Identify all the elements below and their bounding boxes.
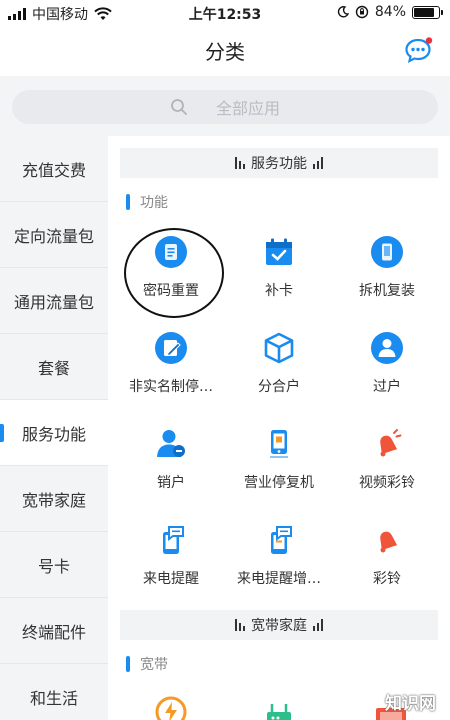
- header: 分类: [0, 26, 450, 74]
- group-marker: [126, 656, 130, 672]
- bars-left-icon: [235, 619, 245, 631]
- bars-right-icon: [313, 619, 323, 631]
- service-label: 密码重置: [143, 283, 199, 299]
- service-label: 过户: [373, 379, 401, 395]
- service-video-ringtone[interactable]: 视频彩铃: [330, 426, 444, 506]
- sidebar-item-label: 终端配件: [21, 622, 86, 642]
- sidebar-item-services[interactable]: 服务功能: [0, 400, 108, 466]
- sidebar-item-targeted-data[interactable]: 定向流量包: [0, 202, 108, 268]
- service-label: 分合户: [258, 379, 300, 395]
- service-call-reminder[interactable]: 来电提醒: [114, 522, 228, 602]
- edit-icon: [153, 330, 189, 366]
- search-input[interactable]: 全部应用: [12, 90, 438, 124]
- service-call-reminder-plus[interactable]: 来电提醒增…: [222, 522, 336, 602]
- section-title: 服务功能: [251, 156, 307, 172]
- sidebar-item-label: 宽带家庭: [21, 490, 86, 510]
- service-label: 补卡: [265, 283, 293, 299]
- service-non-realname-suspend[interactable]: 非实名制停…: [114, 330, 228, 410]
- service-password-reset[interactable]: 密码重置: [114, 234, 228, 314]
- user-transfer-icon: [369, 330, 405, 366]
- status-bar: 中国移动 上午12:53 84%: [0, 0, 450, 26]
- sidebar-item-label: 服务功能: [21, 424, 86, 444]
- service-label: 来电提醒增…: [237, 571, 321, 587]
- section-header-broadband: 宽带家庭: [120, 610, 438, 640]
- group-label-function: 功能: [126, 192, 168, 212]
- sidebar-item-label: 定向流量包: [13, 226, 94, 246]
- call-reminder-icon: [153, 522, 189, 558]
- router-icon[interactable]: [263, 698, 295, 720]
- ring-icon: [369, 522, 405, 558]
- sidebar-item-label: 通用流量包: [13, 292, 94, 312]
- service-suspend-resume[interactable]: 营业停复机: [222, 426, 336, 506]
- service-label: 销户: [157, 475, 185, 491]
- bars-right-icon: [313, 157, 323, 169]
- sidebar-item-broadband[interactable]: 宽带家庭: [0, 466, 108, 532]
- group-title: 功能: [140, 195, 168, 211]
- phone-icon: [369, 234, 405, 270]
- rotation-lock-icon: [355, 5, 369, 19]
- sidebar-item-label: 套餐: [37, 358, 70, 378]
- sidebar-item-general-data[interactable]: 通用流量包: [0, 268, 108, 334]
- mobile-icon: [261, 426, 297, 462]
- section-title: 宽带家庭: [251, 618, 307, 634]
- moon-icon: [337, 6, 349, 18]
- service-split-merge-account[interactable]: 分合户: [222, 330, 336, 410]
- key-icon: [153, 234, 189, 270]
- service-transfer-ownership[interactable]: 过户: [330, 330, 444, 410]
- category-sidebar: 充值交费 定向流量包 通用流量包 套餐 服务功能 宽带家庭 号卡 终端配件 和生…: [0, 136, 108, 720]
- service-label: 非实名制停…: [129, 379, 213, 395]
- service-close-account[interactable]: 销户: [114, 426, 228, 506]
- category-content: 服务功能 功能 密码重置 补卡 拆机复装 非实名制停… 分合户 过户 销户 营业…: [108, 136, 450, 720]
- search-area: 全部应用: [0, 76, 450, 136]
- battery-text: 84%: [374, 4, 406, 20]
- sidebar-item-recharge[interactable]: 充值交费: [0, 136, 108, 202]
- sidebar-item-label: 号卡: [37, 556, 70, 576]
- service-label: 营业停复机: [244, 475, 314, 491]
- search-icon: [171, 99, 187, 115]
- group-title: 宽带: [140, 657, 168, 673]
- section-header-services: 服务功能: [120, 148, 438, 178]
- service-reinstall[interactable]: 拆机复装: [330, 234, 444, 314]
- sidebar-item-devices[interactable]: 终端配件: [0, 598, 108, 664]
- calendar-check-icon: [261, 234, 297, 270]
- message-button[interactable]: [404, 36, 434, 64]
- battery-fill: [414, 7, 435, 17]
- sidebar-item-label: 充值交费: [21, 160, 86, 180]
- group-label-broadband: 宽带: [126, 654, 168, 674]
- service-label: 彩铃: [373, 571, 401, 587]
- service-label: 视频彩铃: [359, 475, 415, 491]
- search-placeholder: 全部应用: [215, 99, 280, 118]
- service-replace-card[interactable]: 补卡: [222, 234, 336, 314]
- bell-icon: [369, 426, 405, 462]
- service-label: 拆机复装: [359, 283, 415, 299]
- bars-left-icon: [235, 157, 245, 169]
- battery-icon: [412, 5, 443, 19]
- sidebar-item-label: 和生活: [29, 688, 78, 708]
- service-ringtone[interactable]: 彩铃: [330, 522, 444, 602]
- page-title: 分类: [205, 40, 245, 64]
- cube-icon: [261, 330, 297, 366]
- service-label: 来电提醒: [143, 571, 199, 587]
- lightning-icon[interactable]: [155, 696, 187, 720]
- user-cancel-icon: [153, 426, 189, 462]
- group-marker: [126, 194, 130, 210]
- call-reminder-plus-icon: [261, 522, 297, 558]
- sidebar-item-life[interactable]: 和生活: [0, 664, 108, 720]
- sidebar-item-plans[interactable]: 套餐: [0, 334, 108, 400]
- chat-bubble-icon: [405, 37, 433, 64]
- watermark: 知识网: [385, 694, 436, 714]
- sidebar-item-sim-card[interactable]: 号卡: [0, 532, 108, 598]
